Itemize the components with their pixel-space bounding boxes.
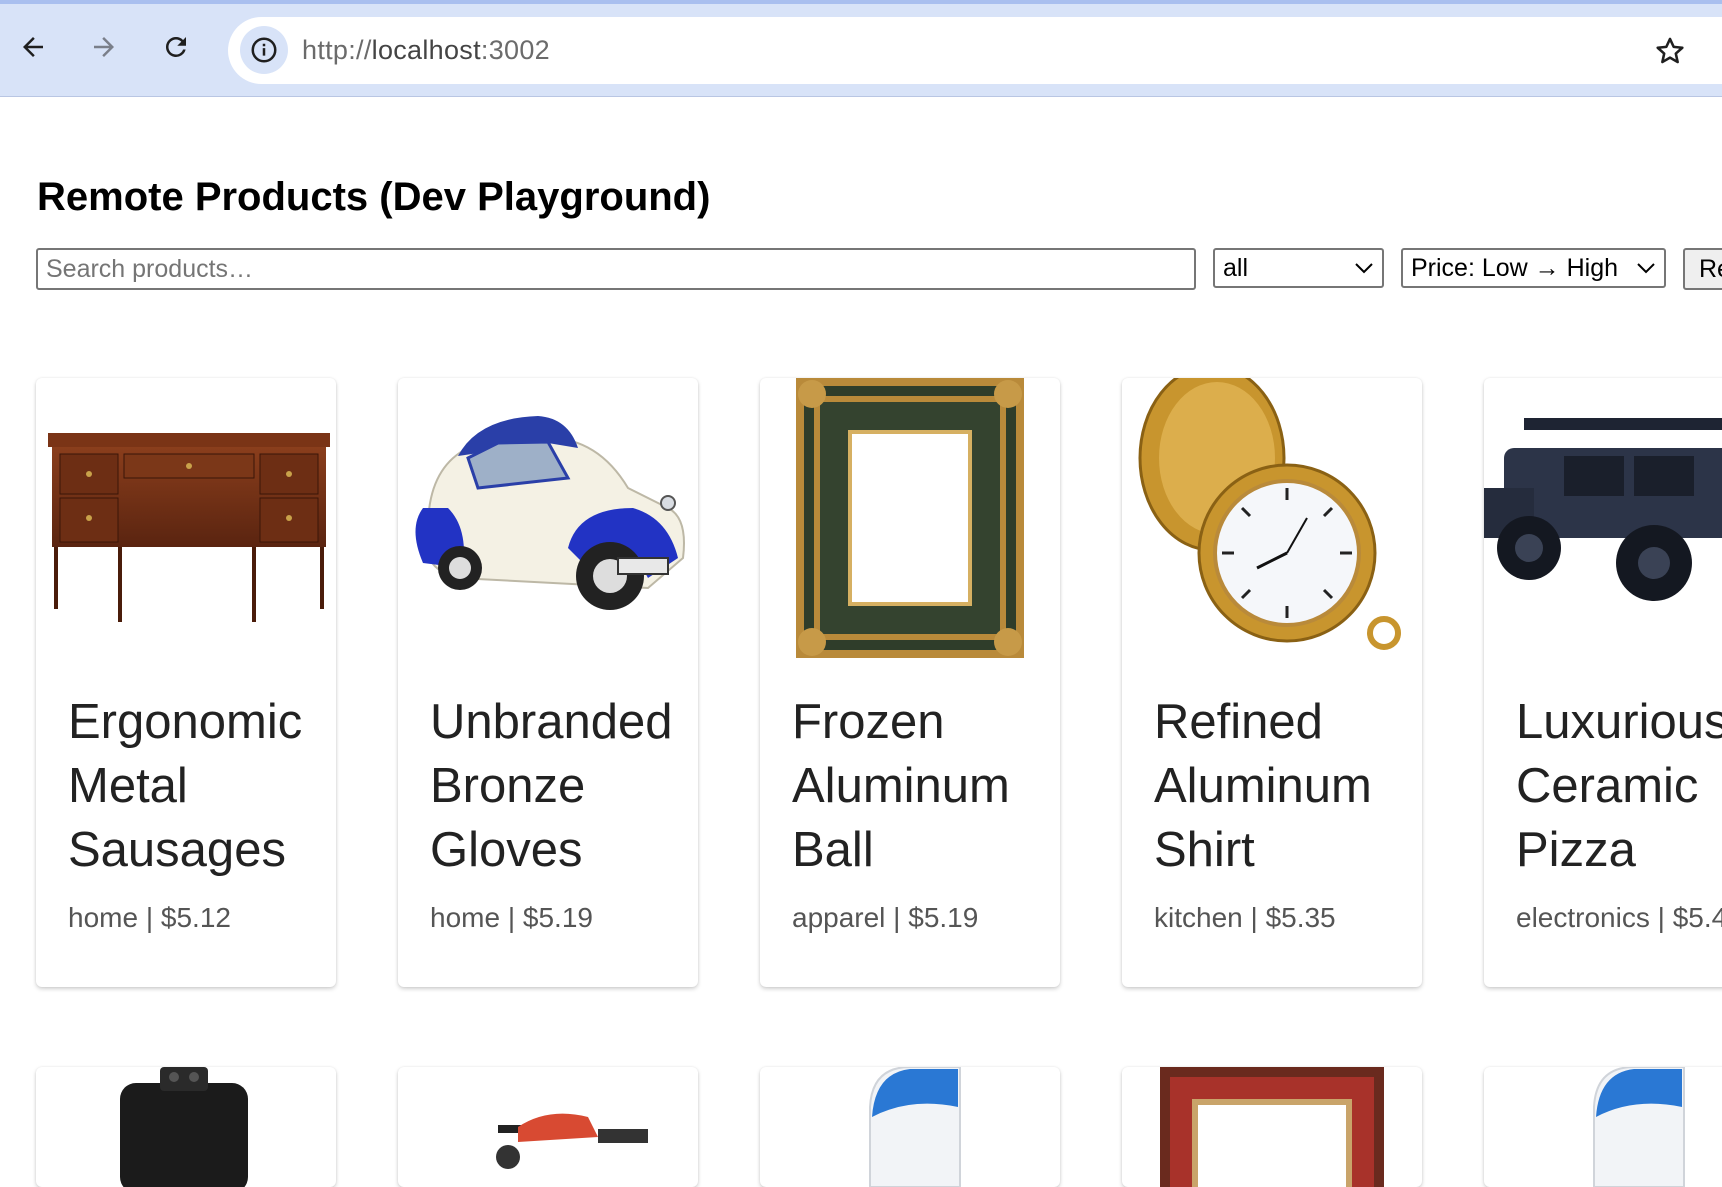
product-category: home [430,902,501,933]
url-host: localhost [371,35,481,65]
smartphone-image-icon [120,1067,248,1187]
pocket-watch-image-icon [1138,378,1401,650]
product-card[interactable]: Frozen Aluminum Ball apparel | $5.19 [760,378,1060,987]
product-category: electronics [1516,902,1650,933]
category-select[interactable]: all [1213,248,1384,288]
product-card[interactable]: Unbranded Bronze Gloves home | $5.19 [398,378,698,987]
product-card[interactable]: Refined Aluminum Shirt kitchen | $5.35 [1122,378,1422,987]
shampoo-bottle-image-icon [869,1067,961,1187]
product-card[interactable] [1484,1067,1722,1187]
product-price: $5.35 [1265,902,1336,933]
product-image[interactable] [398,378,698,658]
product-image[interactable] [1484,378,1722,658]
product-card[interactable] [36,1067,336,1187]
address-bar[interactable]: http://localhost:3002 [228,17,1722,84]
product-price: $5.4 [1672,902,1722,933]
product-name: Refined Aluminum Shirt [1154,695,1372,877]
browser-toolbar: http://localhost:3002 [0,0,1722,97]
red-frame-image-icon [1160,1067,1384,1187]
back-button[interactable] [8,22,58,72]
picture-frame-image-icon [796,378,1024,658]
info-icon [251,37,277,63]
url-scheme: http:// [302,35,372,65]
bookmark-star-icon[interactable] [1653,34,1687,68]
product-meta: apparel | $5.19 [792,902,979,933]
product-name: Ergonomic Metal Sausages [68,695,303,877]
product-card[interactable] [398,1067,698,1187]
reset-button[interactable]: Reset [1683,248,1722,290]
product-image[interactable] [760,378,1060,658]
chevron-down-icon [1355,263,1373,274]
product-name: Unbranded Bronze Gloves [430,695,673,877]
sort-select-value: Price: Low → High [1411,253,1619,282]
product-card[interactable] [760,1067,1060,1187]
product-price: $5.19 [522,902,593,933]
product-category: home [68,902,139,933]
product-category: apparel [792,902,886,933]
chevron-down-icon [1637,263,1655,274]
product-card[interactable] [1122,1067,1422,1187]
product-image[interactable] [1122,378,1422,658]
product-meta: kitchen | $5.35 [1154,902,1336,933]
product-meta: electronics | $5.4 [1516,902,1722,934]
search-input[interactable] [36,248,1196,290]
sort-select[interactable]: Price: Low → High [1401,248,1666,288]
url-port: :3002 [480,35,550,65]
category-select-value: all [1223,253,1249,282]
product-meta: home | $5.19 [430,902,593,933]
page-title: Remote Products (Dev Playground) [37,175,711,219]
offroad-truck-image-icon [1484,418,1722,601]
site-info-button[interactable] [240,26,288,74]
product-card[interactable]: Ergonomic Metal Sausages home | $5.12 [36,378,336,987]
vintage-car-image-icon [415,416,685,610]
reset-button-label: Reset [1699,254,1722,283]
reload-button[interactable] [151,22,201,72]
arrow-right-icon [94,37,114,57]
product-meta: home | $5.12 [68,902,231,933]
reload-icon [165,36,186,57]
shampoo-bottle-image-icon [1593,1067,1685,1187]
product-name: Luxurious Ceramic Pizza [1516,695,1722,877]
product-category: kitchen [1154,902,1243,933]
product-card[interactable]: Luxurious Ceramic Pizza electronics | $5… [1484,378,1722,987]
forward-button[interactable] [79,22,129,72]
product-price: $5.19 [908,902,979,933]
arrow-left-icon [23,37,43,57]
motorcycle-image-icon [496,1113,648,1169]
product-image[interactable] [36,378,336,658]
product-name: Frozen Aluminum Ball [792,695,1010,877]
sideboard-image-icon [48,433,330,622]
product-price: $5.12 [160,902,231,933]
url-text[interactable]: http://localhost:3002 [302,35,550,66]
